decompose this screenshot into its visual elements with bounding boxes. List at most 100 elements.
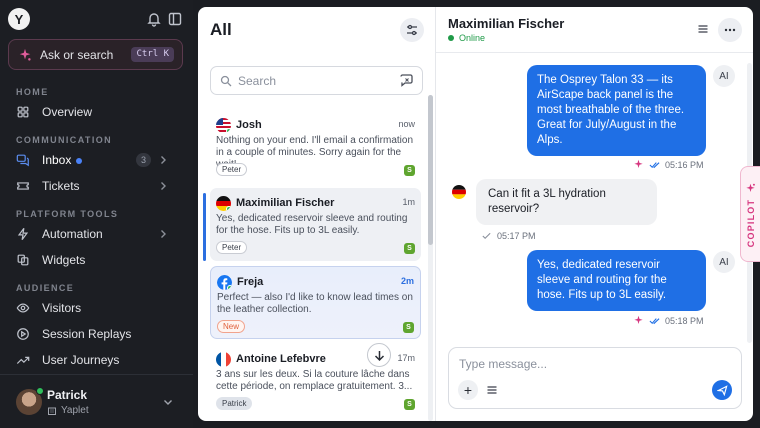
chevron-right-icon[interactable] bbox=[157, 228, 169, 240]
chevron-right-icon[interactable] bbox=[157, 180, 169, 192]
list-title: All bbox=[210, 20, 232, 39]
agent-message: The Osprey Talon 33 — its AirScape back … bbox=[527, 65, 706, 156]
selected-indicator bbox=[203, 193, 206, 261]
message-meta: 05:17 PM bbox=[481, 230, 536, 241]
shopify-icon: S bbox=[404, 165, 415, 176]
header-divider bbox=[436, 52, 753, 53]
user-message: Can it fit a 3L hydration reservoir? bbox=[476, 179, 657, 225]
more-options-button[interactable] bbox=[718, 18, 742, 42]
sidebar-item-automation[interactable]: Automation bbox=[8, 222, 185, 246]
sidebar-item-inbox[interactable]: Inbox 3 bbox=[8, 148, 185, 172]
arrow-down-icon bbox=[374, 350, 384, 361]
message-composer[interactable]: Type message... + bbox=[448, 347, 742, 409]
chat-contact-name: Maximilian Fischer bbox=[448, 16, 565, 31]
templates-icon[interactable] bbox=[486, 384, 498, 396]
ticket-icon bbox=[17, 182, 29, 190]
germany-flag-icon bbox=[452, 185, 466, 199]
shopify-icon: S bbox=[403, 322, 414, 333]
scroll-down-button[interactable] bbox=[367, 343, 391, 367]
sidebar-item-widgets[interactable]: Widgets bbox=[8, 248, 185, 272]
ai-avatar: AI bbox=[713, 251, 735, 273]
conversation-item[interactable]: Josh now Nothing on your end. I'll email… bbox=[210, 110, 421, 183]
sidebar-item-label: Visitors bbox=[42, 301, 82, 315]
sidebar-item-overview[interactable]: Overview bbox=[8, 100, 185, 124]
sidebar-item-label: Session Replays bbox=[42, 327, 132, 341]
ask-label: Ask or search bbox=[40, 47, 114, 62]
copilot-tab[interactable]: COPILOT bbox=[740, 166, 760, 262]
user-org-name: Yaplet bbox=[61, 405, 89, 416]
add-attachment-button[interactable]: + bbox=[458, 380, 478, 400]
message-preview: Perfect — also I'd like to know lead tim… bbox=[217, 292, 413, 315]
search-input[interactable]: Search bbox=[210, 66, 423, 95]
message-meta: 05:16 PM bbox=[633, 159, 704, 170]
section-platform-tools: PLATFORM TOOLS bbox=[16, 209, 119, 219]
sidebar: Y Ask or search Ctrl K HOME Overview COM… bbox=[0, 0, 193, 428]
bell-icon[interactable] bbox=[146, 11, 162, 27]
status-text: Online bbox=[459, 33, 486, 43]
new-chat-icon[interactable] bbox=[399, 73, 414, 88]
widgets-icon bbox=[17, 254, 29, 266]
chevron-right-icon[interactable] bbox=[157, 154, 169, 166]
sparkle-icon bbox=[746, 183, 755, 192]
sidebar-item-label: Tickets bbox=[42, 179, 80, 193]
avatar bbox=[16, 387, 44, 415]
section-home: HOME bbox=[16, 87, 49, 97]
section-communication: COMMUNICATION bbox=[16, 135, 113, 145]
search-icon bbox=[220, 75, 232, 86]
contact-status: Online bbox=[448, 33, 485, 43]
contact-name: Freja bbox=[237, 276, 264, 288]
user-menu[interactable]: Patrick Yaplet bbox=[0, 374, 193, 428]
assignee-tag: Peter bbox=[216, 241, 248, 254]
send-button[interactable] bbox=[712, 380, 732, 400]
message-time: 17m bbox=[397, 353, 415, 363]
message-input[interactable]: Type message... bbox=[459, 357, 547, 371]
copilot-label: COPILOT bbox=[746, 198, 756, 248]
menu-icon[interactable] bbox=[697, 23, 709, 35]
eye-icon bbox=[16, 303, 30, 313]
sidebar-item-session-replays[interactable]: Session Replays bbox=[8, 322, 185, 346]
app-logo[interactable]: Y bbox=[8, 8, 30, 30]
contact-name: Josh bbox=[236, 119, 262, 131]
online-indicator bbox=[36, 387, 44, 395]
lightning-icon bbox=[17, 227, 29, 241]
facebook-icon bbox=[217, 275, 232, 290]
play-circle-icon bbox=[17, 328, 29, 340]
sidebar-item-user-journeys[interactable]: User Journeys bbox=[8, 348, 185, 372]
sidebar-item-visitors[interactable]: Visitors bbox=[8, 296, 185, 320]
shopify-icon: S bbox=[404, 243, 415, 254]
sidebar-top: Y bbox=[8, 8, 185, 30]
germany-flag-icon bbox=[216, 196, 231, 211]
contact-name: Maximilian Fischer bbox=[236, 197, 335, 209]
sliders-icon bbox=[407, 24, 417, 36]
sidebar-toggle-icon[interactable] bbox=[167, 11, 183, 27]
message-time: now bbox=[398, 119, 415, 129]
more-horizontal-icon bbox=[724, 28, 736, 32]
conversation-list-panel: All Search Josh now Nothing on your end.… bbox=[198, 7, 435, 421]
conversation-item[interactable]: Freja 2m Perfect — also I'd like to know… bbox=[210, 266, 421, 339]
online-indicator bbox=[226, 128, 231, 133]
list-scrollbar[interactable] bbox=[428, 95, 433, 421]
scrollbar-thumb[interactable] bbox=[428, 95, 433, 245]
sidebar-item-label: Automation bbox=[42, 227, 103, 241]
unread-dot bbox=[76, 157, 83, 164]
conversation-item[interactable]: Maximilian Fischer 1m Yes, dedicated res… bbox=[210, 188, 421, 261]
grid-icon bbox=[17, 106, 29, 118]
inbox-count-badge: 3 bbox=[136, 153, 151, 167]
shortcut-badge: Ctrl K bbox=[131, 47, 174, 62]
online-indicator bbox=[227, 285, 232, 290]
chevron-down-icon[interactable] bbox=[162, 396, 174, 408]
sidebar-item-label: Widgets bbox=[42, 253, 86, 267]
user-org: Yaplet bbox=[47, 405, 89, 416]
assignee-tag: Peter bbox=[216, 163, 248, 176]
message-time: 2m bbox=[400, 276, 414, 286]
france-flag-icon bbox=[216, 352, 231, 367]
double-check-icon bbox=[649, 162, 660, 169]
plus-icon: + bbox=[463, 382, 473, 398]
filter-button[interactable] bbox=[400, 18, 424, 42]
sidebar-item-label: User Journeys bbox=[42, 353, 120, 367]
message-time: 05:16 PM bbox=[665, 159, 704, 170]
sparkle-icon bbox=[634, 159, 643, 168]
sidebar-item-tickets[interactable]: Tickets bbox=[8, 174, 185, 198]
ask-or-search-button[interactable]: Ask or search Ctrl K bbox=[8, 39, 183, 70]
sparkle-icon bbox=[634, 315, 643, 324]
